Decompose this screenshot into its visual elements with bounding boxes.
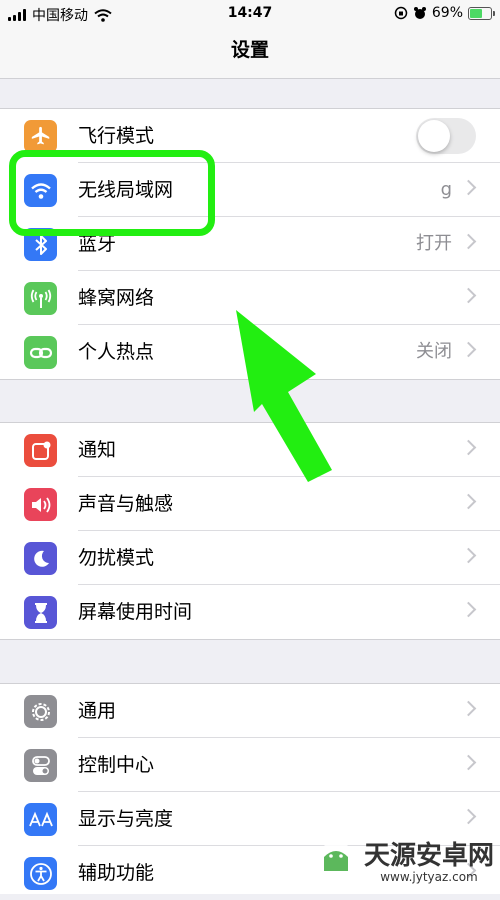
pointing-arrow — [236, 310, 332, 482]
watermark-name: 天源安卓网 — [363, 841, 494, 871]
watermark: 天源安卓网 www.jytyaz.com — [314, 841, 494, 885]
watermark-url: www.jytyaz.com — [380, 870, 478, 884]
android-logo-icon — [314, 842, 357, 884]
watermark-text: 天源安卓网 www.jytyaz.com — [364, 842, 494, 884]
